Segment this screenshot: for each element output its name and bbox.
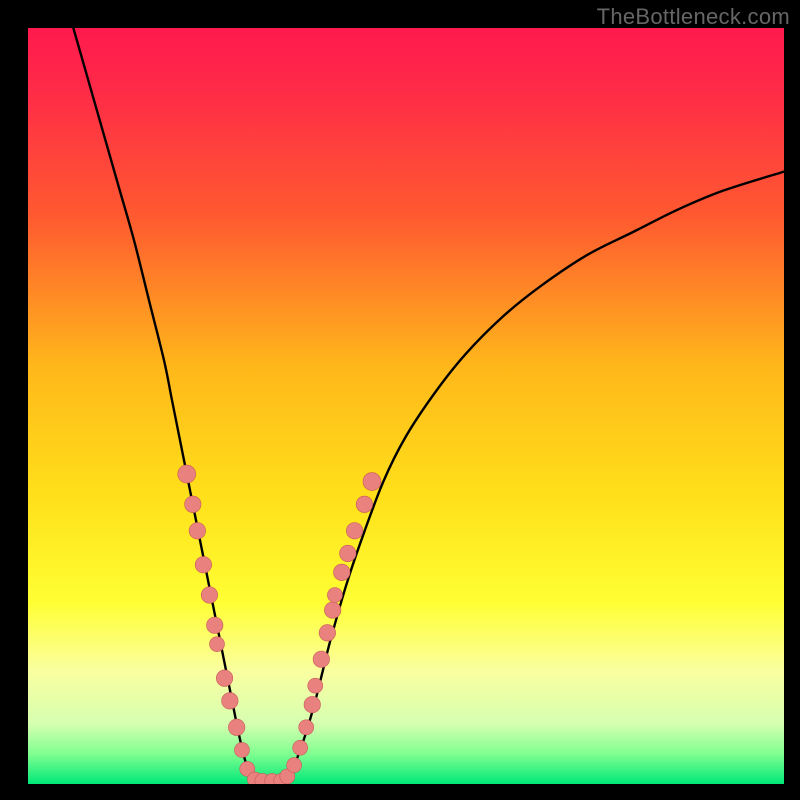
data-marker bbox=[287, 758, 302, 773]
data-marker bbox=[189, 522, 206, 539]
data-marker bbox=[319, 625, 336, 642]
data-marker bbox=[206, 617, 223, 634]
data-marker bbox=[327, 588, 342, 603]
data-marker bbox=[228, 719, 245, 736]
data-marker bbox=[308, 678, 323, 693]
data-marker bbox=[299, 720, 314, 735]
data-marker bbox=[340, 545, 357, 562]
data-marker bbox=[363, 473, 381, 491]
data-marker bbox=[178, 465, 196, 483]
data-marker bbox=[216, 670, 233, 687]
watermark-text: TheBottleneck.com bbox=[597, 4, 790, 30]
data-marker bbox=[324, 602, 341, 619]
data-marker bbox=[346, 522, 363, 539]
bottleneck-chart bbox=[28, 28, 784, 784]
data-marker bbox=[234, 742, 249, 757]
data-marker bbox=[222, 693, 239, 710]
data-marker bbox=[201, 587, 218, 604]
data-marker bbox=[313, 651, 330, 668]
chart-frame bbox=[28, 28, 784, 784]
data-marker bbox=[210, 637, 225, 652]
data-marker bbox=[185, 496, 202, 513]
data-marker bbox=[333, 564, 350, 581]
data-marker bbox=[195, 557, 212, 574]
gradient-background bbox=[28, 28, 784, 784]
data-marker bbox=[304, 696, 321, 713]
data-marker bbox=[356, 496, 373, 513]
data-marker bbox=[293, 740, 308, 755]
